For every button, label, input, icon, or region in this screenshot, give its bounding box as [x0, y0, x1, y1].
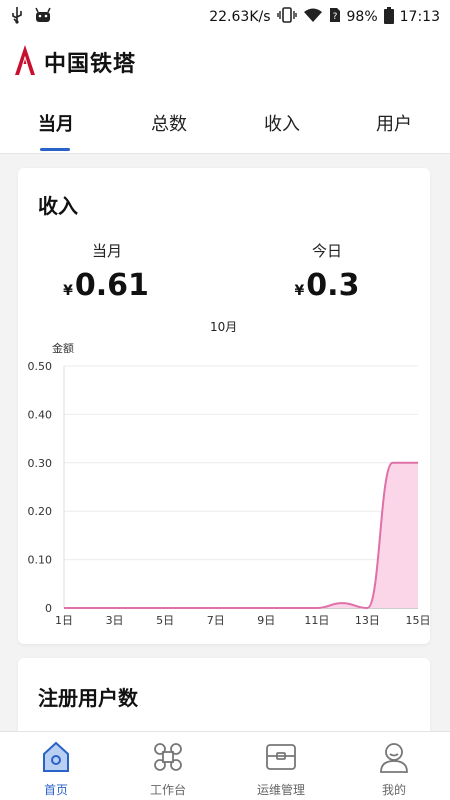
x-tick-label: 5日: [156, 614, 174, 627]
active-tab-indicator: [40, 148, 70, 151]
y-tick-label: 0.40: [28, 408, 53, 421]
vibrate-icon: [276, 7, 297, 27]
nav-home-label: 首页: [43, 783, 68, 797]
today-income-label: 今日: [311, 242, 342, 260]
currency-symbol: ¥: [63, 283, 73, 299]
nav-home[interactable]: 首页: [16, 738, 96, 798]
tab-total[interactable]: 总数: [151, 110, 187, 136]
battery-icon: [383, 6, 394, 28]
y-tick-label: 0.10: [28, 554, 53, 567]
home-icon: [43, 741, 69, 772]
month-income-amount: 0.61: [74, 268, 149, 303]
income-series-line: [64, 461, 418, 610]
income-card-title: 收入: [38, 194, 78, 218]
nav-profile-label: 我的: [381, 783, 406, 797]
china-tower-logo-icon: [14, 44, 36, 80]
operations-icon: [266, 744, 296, 770]
tab-bar: 当月 总数 收入 用户: [0, 90, 450, 154]
app-header: 中国铁塔: [0, 34, 450, 90]
nav-workbench-label: 工作台: [149, 783, 186, 797]
chart-title: 10月: [210, 320, 238, 334]
today-income-value: ¥0.3: [257, 268, 397, 303]
app-title: 中国铁塔: [44, 52, 137, 77]
y-tick-label: 0: [45, 602, 52, 615]
tab-users[interactable]: 用户: [376, 110, 412, 136]
income-area-fill: [64, 462, 418, 608]
registered-users-title: 注册用户数: [38, 686, 138, 710]
currency-symbol: ¥: [294, 283, 305, 299]
y-tick-label: 0.30: [28, 457, 53, 470]
x-tick-label: 13日: [355, 614, 380, 627]
y-axis-label: 金额: [52, 341, 74, 355]
x-tick-label: 1日: [55, 614, 73, 627]
nav-operations-label: 运维管理: [256, 783, 305, 797]
nav-profile[interactable]: 我的: [354, 738, 434, 798]
clock: 17:13: [399, 9, 440, 25]
x-tick-label: 7日: [207, 614, 225, 627]
x-tick-label: 3日: [106, 614, 124, 627]
today-income-amount: 0.3: [306, 268, 360, 303]
status-bar: 22.63K/s ? 98% 17:13: [0, 0, 450, 34]
wifi-icon: [303, 7, 323, 27]
y-tick-label: 0.50: [28, 360, 53, 373]
android-icon: [34, 7, 52, 27]
month-income-value: ¥0.61: [36, 268, 176, 303]
no-sim-icon: ?: [329, 7, 341, 27]
tab-month[interactable]: 当月: [38, 110, 74, 136]
month-income-label: 当月: [91, 242, 122, 260]
svg-text:?: ?: [332, 12, 337, 22]
x-tick-label: 15日: [406, 614, 431, 627]
x-tick-label: 9日: [257, 614, 275, 627]
usb-icon: [10, 6, 24, 28]
income-line-chart: 金额 0 0.10 0.20 0.30 0.40 0.50 1日 3日 5日 7日 9日 11日 13…: [28, 341, 431, 627]
profile-icon: [380, 743, 408, 773]
income-card: 收入 当月 ¥0.61 今日 ¥0.3 10月 金额 0 0.10 0.20 0.30…: [18, 168, 430, 644]
workbench-icon: [154, 743, 182, 771]
y-tick-label: 0.20: [28, 505, 53, 518]
bottom-nav: 首页 工作台 运维管理 我的: [0, 731, 450, 800]
battery-percent: 98%: [346, 9, 378, 25]
network-speed: 22.63K/s: [209, 9, 271, 25]
tab-income[interactable]: 收入: [264, 110, 300, 136]
x-tick-label: 11日: [304, 614, 329, 627]
nav-operations[interactable]: 运维管理: [241, 738, 321, 798]
nav-workbench[interactable]: 工作台: [128, 738, 208, 798]
